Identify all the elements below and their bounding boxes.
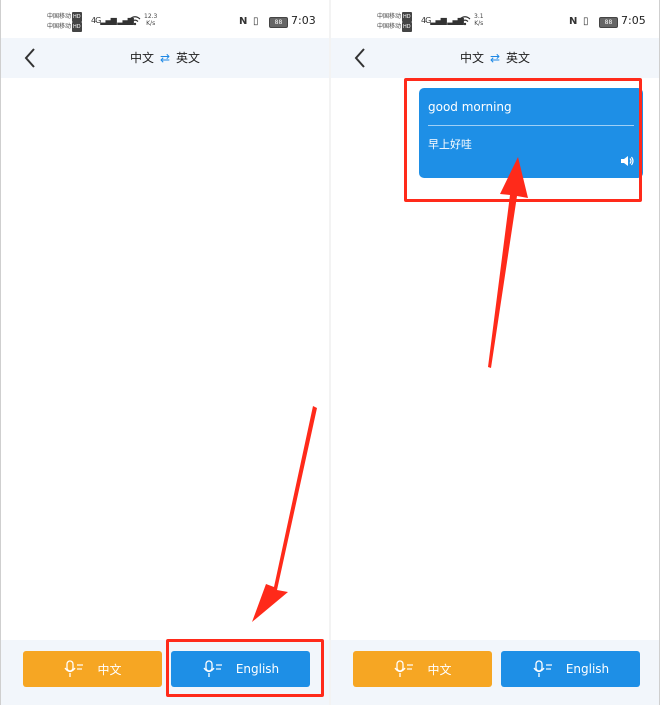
highlight-english-button	[166, 639, 324, 697]
language-pair-title[interactable]: 中文 ⇄ 英文	[331, 49, 659, 66]
speak-chinese-button[interactable]: 中文	[23, 651, 162, 687]
conversation-area	[1, 78, 329, 640]
nfc-icon: N	[239, 16, 248, 27]
status-bar: 中国移动 HD 中国移动 HD 4G▂▄▆ ▂▄▆ 12.3 K/s N ▯ 88 7…	[1, 8, 329, 38]
swap-icon[interactable]: ⇄	[490, 51, 500, 65]
wifi-icon	[459, 16, 471, 26]
nfc-icon: N	[569, 16, 578, 27]
nav-bar: 中文 ⇄ 英文	[331, 38, 659, 78]
target-language: 英文	[506, 51, 531, 65]
wifi-icon	[129, 16, 141, 26]
battery-icon: 88	[269, 17, 288, 28]
signal-icon: 4G▂▄▆ ▂▄▆	[421, 16, 464, 25]
signal-icon: 4G▂▄▆ ▂▄▆	[91, 16, 134, 25]
language-pair-title[interactable]: 中文 ⇄ 英文	[1, 49, 329, 66]
speak-chinese-button[interactable]: 中文	[353, 651, 492, 687]
status-bar: 中国移动 HD 中国移动 HD 4G▂▄▆ ▂▄▆ 3.1 K/s N ▯ 88 7:…	[331, 8, 659, 38]
carrier-info: 中国移动 HD 中国移动 HD	[377, 12, 412, 32]
network-speed: 3.1 K/s	[474, 13, 484, 27]
nav-bar: 中文 ⇄ 英文	[1, 38, 329, 78]
network-speed: 12.3 K/s	[144, 13, 158, 27]
microphone-icon	[394, 660, 414, 677]
microphone-icon	[533, 660, 552, 677]
clock: 7:03	[291, 14, 316, 27]
source-language: 中文	[459, 51, 484, 65]
swap-icon[interactable]: ⇄	[160, 51, 170, 65]
vibrate-icon: ▯	[253, 16, 259, 27]
source-language: 中文	[129, 51, 154, 65]
phone-screen-before: 中国移动 HD 中国移动 HD 4G▂▄▆ ▂▄▆ 12.3 K/s N ▯ 88 7…	[1, 0, 329, 705]
target-language: 英文	[176, 51, 201, 65]
battery-icon: 88	[599, 17, 618, 28]
highlight-translation-bubble	[404, 78, 642, 202]
clock: 7:05	[621, 14, 646, 27]
vibrate-icon: ▯	[583, 16, 589, 27]
bottom-bar: 中文 English	[331, 640, 659, 705]
microphone-icon	[64, 660, 84, 677]
carrier-info: 中国移动 HD 中国移动 HD	[47, 12, 82, 32]
speak-english-button[interactable]: English	[501, 651, 640, 687]
